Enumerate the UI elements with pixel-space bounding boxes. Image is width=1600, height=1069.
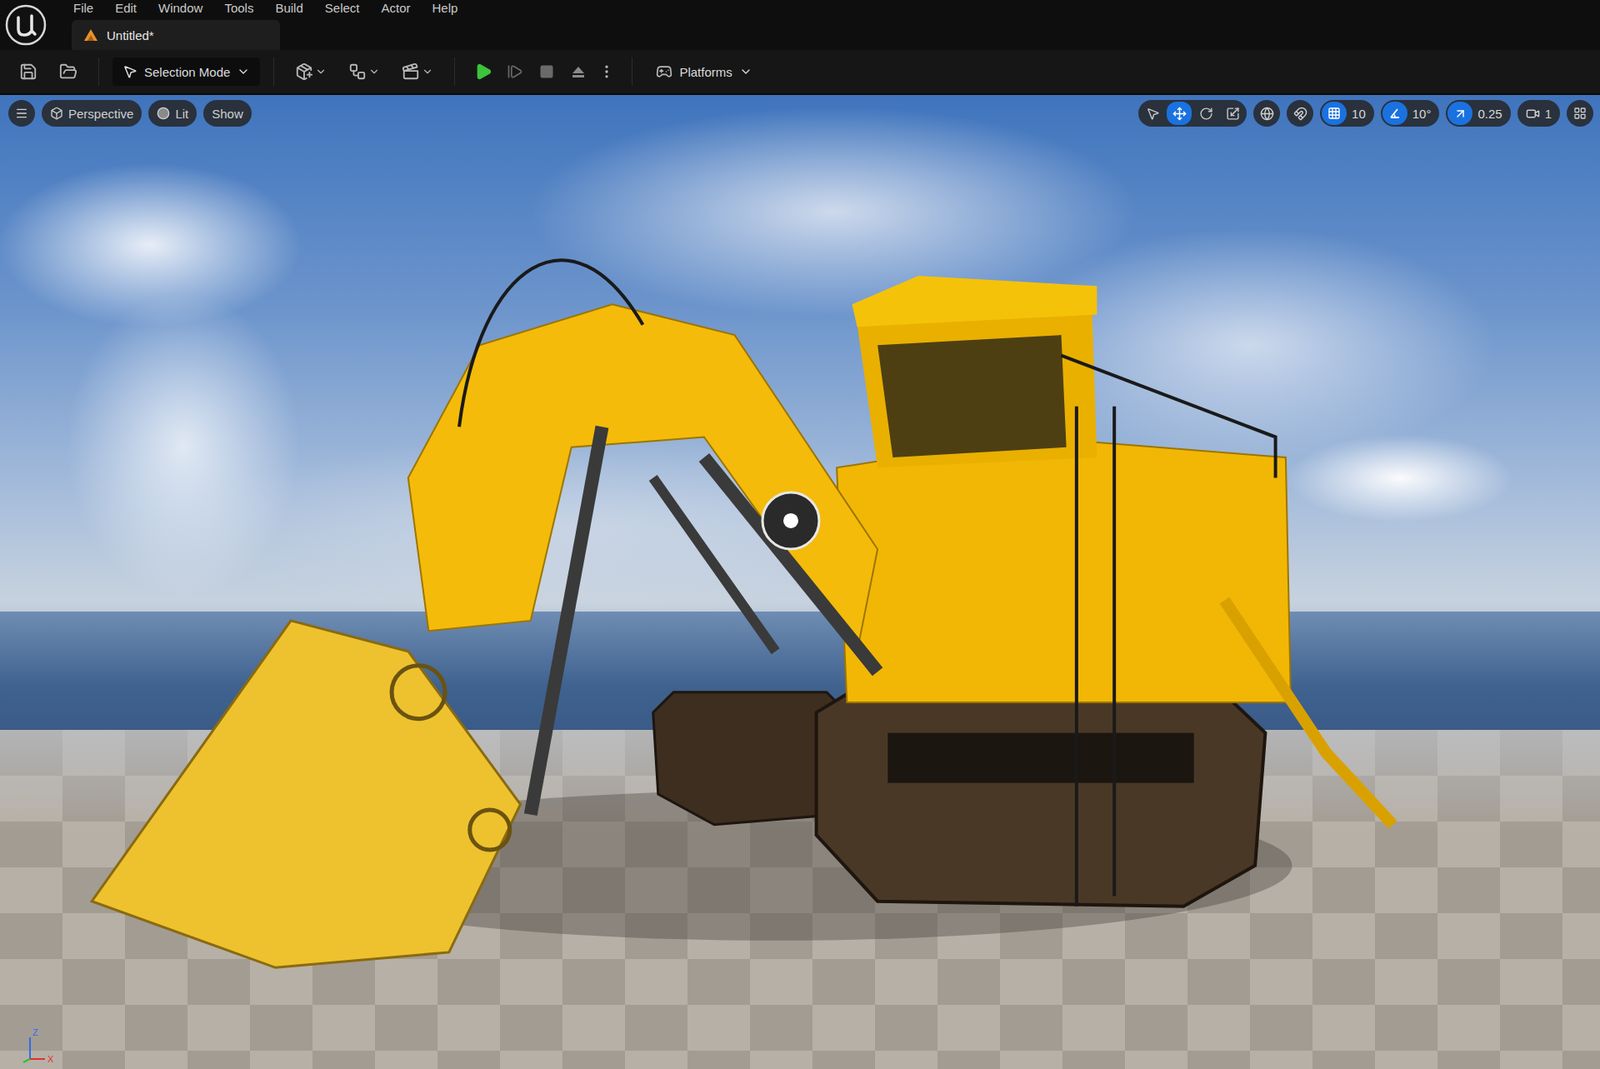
grid-snap-icon <box>1327 106 1341 120</box>
chevron-icon <box>368 65 380 78</box>
gamepad-icon <box>655 63 673 80</box>
select-icon <box>1145 106 1160 121</box>
step-icon <box>506 63 524 80</box>
chevron-icon <box>315 65 327 78</box>
menu-item[interactable]: Actor <box>380 0 410 15</box>
unreal-logo-icon <box>4 3 48 47</box>
play-options-button[interactable] <box>595 56 619 87</box>
separator <box>631 57 633 86</box>
chevron-icon <box>739 65 753 79</box>
separator <box>273 57 275 86</box>
menu-item[interactable]: Window <box>158 0 203 15</box>
blueprint-icon <box>348 62 367 81</box>
surface-snap-button[interactable] <box>1286 100 1314 127</box>
stop-icon <box>539 64 555 80</box>
camera-speed-button[interactable]: 1 <box>1517 100 1560 127</box>
grid-snap-button[interactable]: 10 <box>1320 100 1375 127</box>
scale-icon <box>1225 106 1240 121</box>
advance-frame-button[interactable] <box>500 56 530 87</box>
add-actor-button[interactable] <box>287 56 335 87</box>
eject-button[interactable] <box>563 56 594 87</box>
axis-gizmo-icon: ZX <box>21 1025 60 1065</box>
add-actor-icon <box>295 62 314 81</box>
play-icon <box>474 62 493 81</box>
excavator-model[interactable] <box>0 95 1600 1068</box>
magnet-icon <box>1293 106 1308 121</box>
view-mode-button[interactable]: Perspective <box>41 100 142 127</box>
transform-tools <box>1138 100 1247 127</box>
main-toolbar: Selection Mode Platforms <box>0 50 1600 95</box>
show-button[interactable]: Show <box>203 100 252 127</box>
more-icon <box>598 63 615 80</box>
menu-bar: File Edit Window Tools Build Select Actor Help <box>73 0 458 17</box>
angle-snap-button[interactable]: 10° <box>1380 100 1440 127</box>
blueprints-button[interactable] <box>340 56 388 87</box>
rotate-icon <box>1199 106 1214 121</box>
title-bar: File Edit Window Tools Build Select Actor Help U… <box>0 0 1600 50</box>
menu-icon <box>15 106 29 120</box>
level-viewport[interactable]: PerspectiveLitShow1010°0.251ZX <box>0 95 1600 1069</box>
menu-item[interactable]: Help <box>432 0 459 15</box>
coordinate-space-button[interactable] <box>1253 100 1280 127</box>
globe-icon <box>1260 106 1275 121</box>
layout-icon <box>1573 106 1587 120</box>
chevron-icon <box>421 65 434 78</box>
camera-icon <box>1525 106 1540 121</box>
lighting-button[interactable]: Lit <box>148 100 197 127</box>
clapperboard-icon <box>401 62 420 81</box>
tab-row: Untitled* <box>71 16 458 50</box>
level-tab[interactable]: Untitled* <box>71 20 280 50</box>
svg-text:Z: Z <box>32 1027 39 1038</box>
svg-text:X: X <box>47 1054 55 1065</box>
save-icon <box>19 62 38 81</box>
scale-snap-button[interactable]: 0.25 <box>1445 100 1510 127</box>
lit-sphere-icon <box>156 106 170 120</box>
viewport-toolbar: PerspectiveLitShow 1010°0.25 1 <box>8 100 1594 127</box>
separator <box>98 57 100 86</box>
play-button[interactable] <box>468 56 499 87</box>
viewport-options-button[interactable] <box>8 100 35 127</box>
menu-item[interactable]: Build <box>275 0 303 15</box>
save-button[interactable] <box>11 56 45 87</box>
translate-icon <box>1172 106 1187 121</box>
menu-item[interactable]: Select <box>325 0 360 15</box>
menu-item[interactable]: Tools <box>224 0 254 15</box>
unreal-editor: File Edit Window Tools Build Select Actor Help U… <box>0 0 1600 1069</box>
select-tool-button[interactable] <box>1140 101 1165 125</box>
selection-mode-button[interactable]: Selection Mode <box>112 57 260 86</box>
level-icon <box>83 28 99 42</box>
scale-snap-icon <box>1453 106 1468 121</box>
layout-button[interactable] <box>1566 100 1594 127</box>
content-browser-button[interactable] <box>51 56 85 87</box>
rotate-tool-button[interactable] <box>1193 101 1219 125</box>
chevron-icon <box>236 65 250 79</box>
pointer-icon <box>122 64 138 80</box>
stop-button[interactable] <box>531 56 562 87</box>
cinematics-button[interactable] <box>394 56 441 87</box>
eject-icon <box>570 63 587 80</box>
menu-item[interactable]: File <box>73 0 94 15</box>
perspective-icon <box>50 106 64 120</box>
play-controls <box>468 56 619 87</box>
angle-snap-icon <box>1388 106 1402 120</box>
logo[interactable] <box>0 0 52 50</box>
menu-item[interactable]: Edit <box>115 0 137 15</box>
platforms-button[interactable]: Platforms <box>645 57 762 86</box>
folder-icon <box>59 62 78 81</box>
separator <box>454 57 455 86</box>
scale-tool-button[interactable] <box>1220 101 1245 125</box>
translate-tool-button[interactable] <box>1166 101 1192 125</box>
